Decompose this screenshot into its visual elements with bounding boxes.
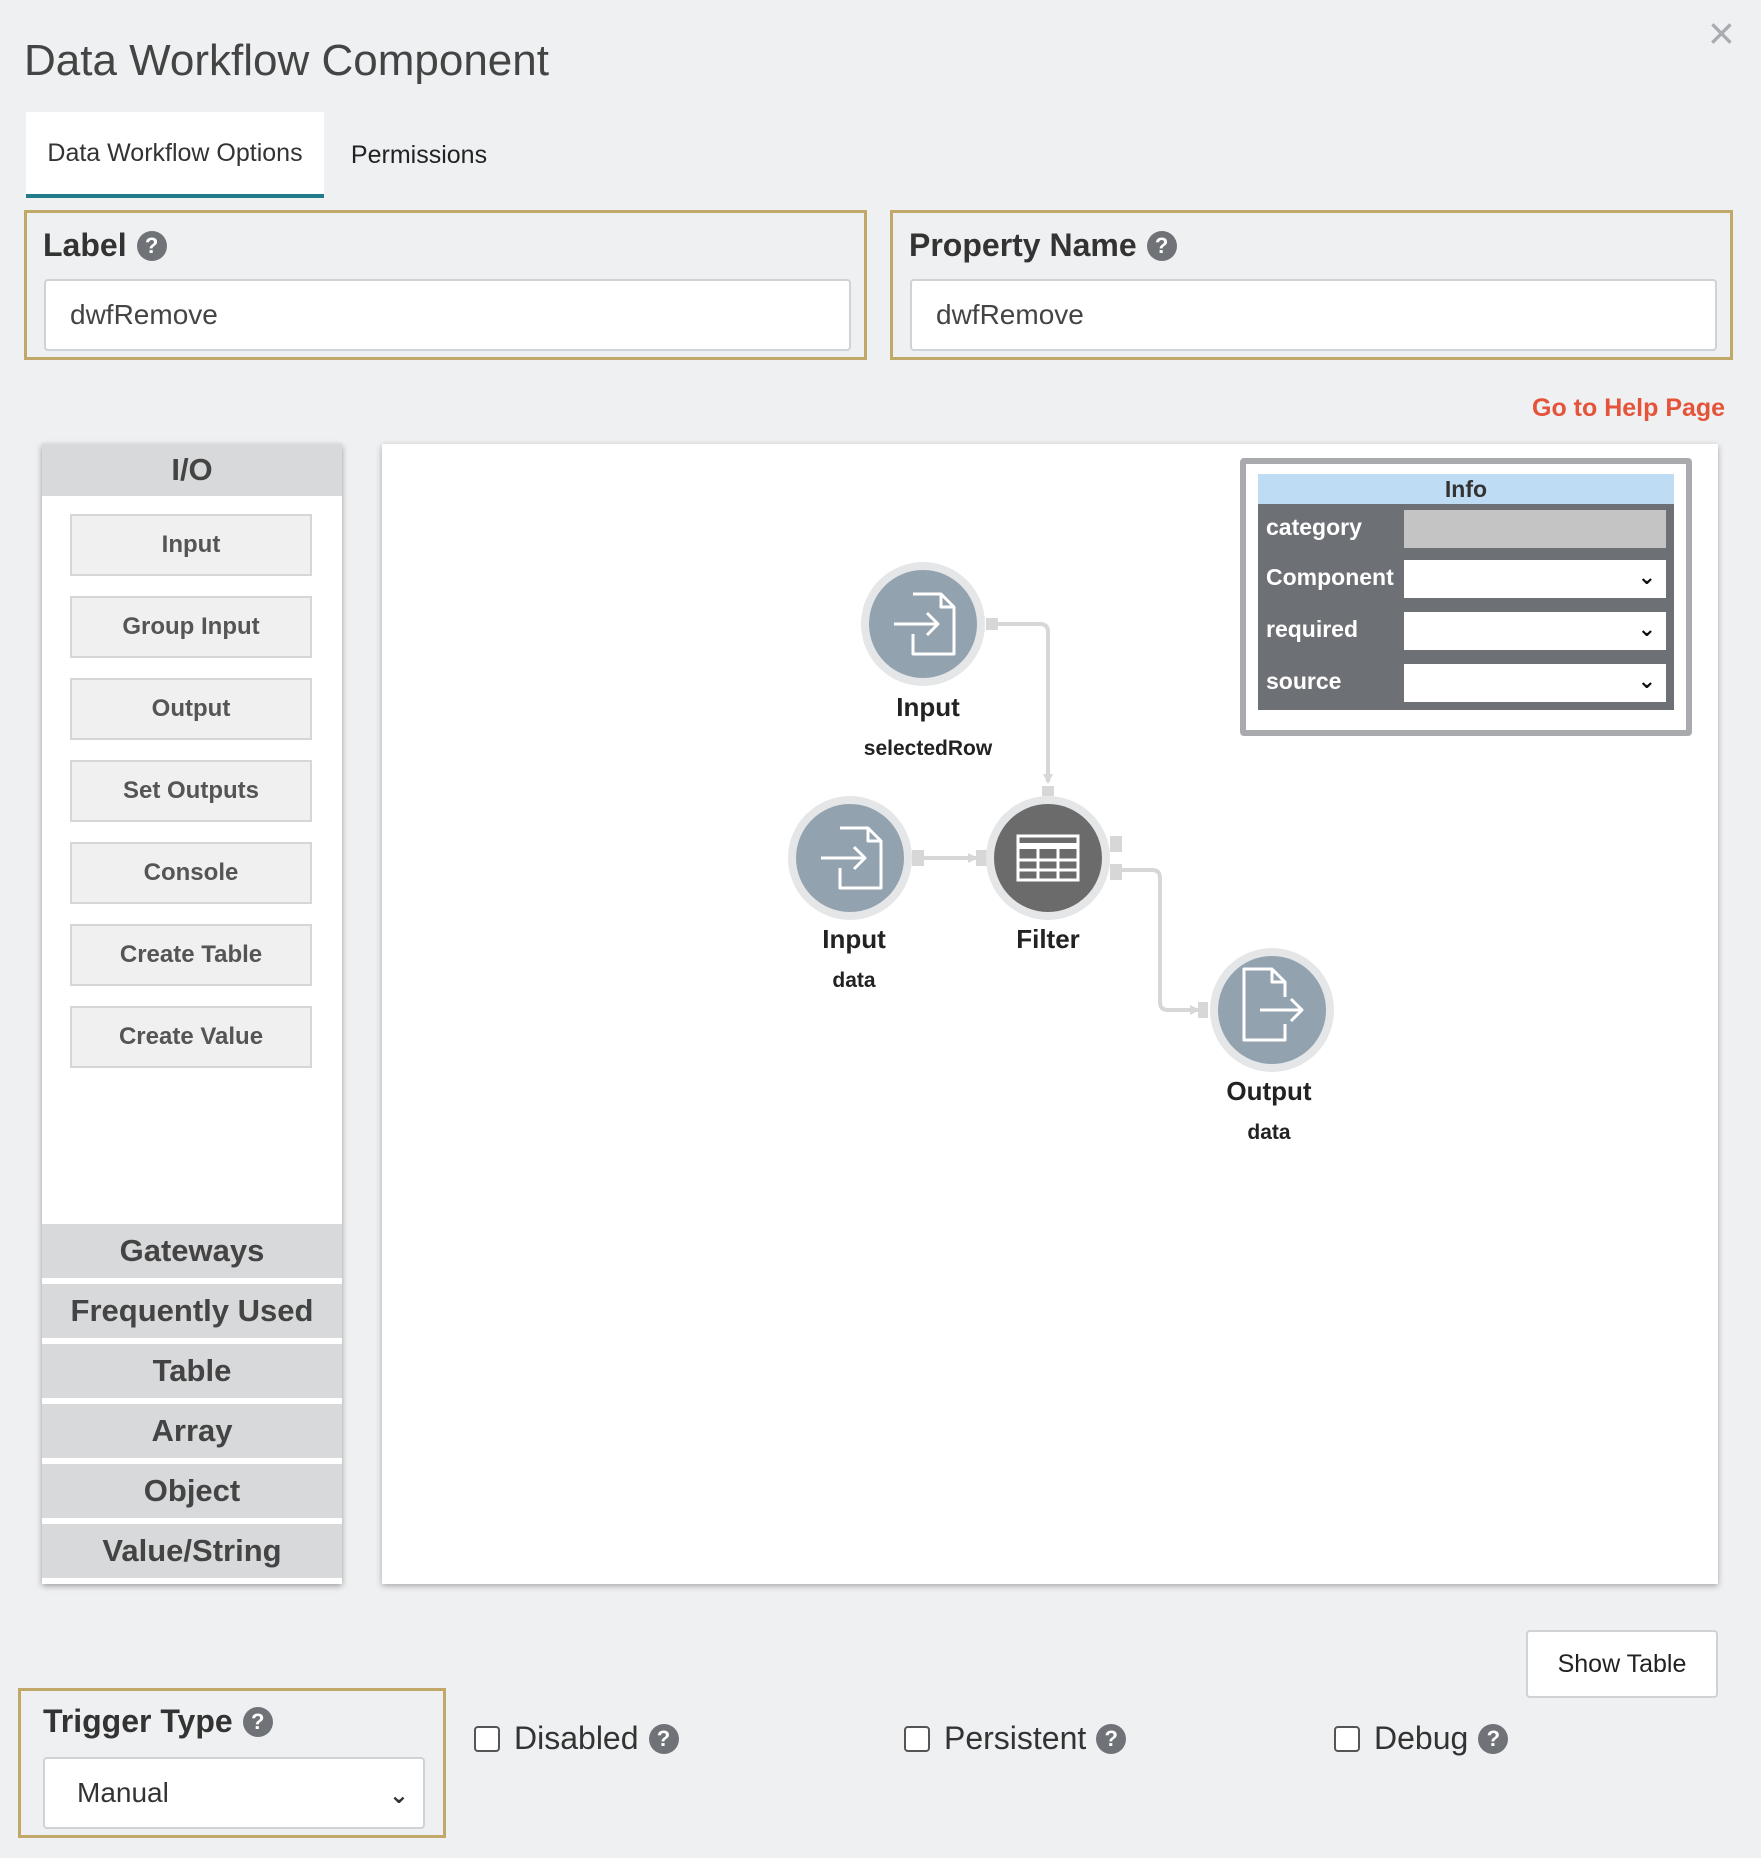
- palette-section-array[interactable]: Array: [42, 1404, 342, 1458]
- palette-item-set-outputs[interactable]: Set Outputs: [70, 760, 312, 822]
- close-icon[interactable]: ×: [1708, 10, 1735, 56]
- info-key: category: [1266, 514, 1362, 540]
- disabled-checkbox-group: Disabled ?: [474, 1720, 679, 1757]
- node-type-label: Input: [896, 692, 960, 722]
- node-name-label: data: [1247, 1121, 1291, 1144]
- info-key: Component: [1266, 564, 1394, 590]
- help-icon[interactable]: ?: [242, 1706, 273, 1737]
- palette-section-gateways[interactable]: Gateways: [42, 1224, 342, 1278]
- node-input-data[interactable]: [788, 796, 912, 920]
- component-select[interactable]: ⌄: [1404, 560, 1666, 598]
- palette-section-table[interactable]: Table: [42, 1344, 342, 1398]
- disabled-checkbox[interactable]: [474, 1725, 500, 1752]
- help-icon[interactable]: ?: [1146, 230, 1177, 261]
- palette-header-io[interactable]: I/O: [42, 444, 342, 496]
- help-icon[interactable]: ?: [1478, 1723, 1509, 1754]
- node-label-input-data: Input data: [822, 924, 886, 993]
- info-panel-body: Info category Component ⌄ required ⌄ sou…: [1258, 474, 1674, 710]
- label-input[interactable]: dwfRemove: [44, 279, 851, 351]
- required-select[interactable]: ⌄: [1404, 612, 1666, 650]
- edge-inputdata-to-filter: [912, 850, 988, 866]
- palette-item-create-value[interactable]: Create Value: [70, 1006, 312, 1068]
- edge-filter-to-output: [1110, 836, 1208, 1018]
- trigger-type-label: Trigger Type: [43, 1703, 233, 1739]
- source-select[interactable]: ⌄: [1404, 664, 1666, 702]
- property-name-field-group: Property Name ? dwfRemove: [890, 210, 1733, 360]
- node-label-input-selectedrow: Input selectedRow: [864, 692, 992, 761]
- palette-item-create-table[interactable]: Create Table: [70, 924, 312, 986]
- chevron-down-icon: ⌄: [388, 1782, 409, 1809]
- info-row-category: category: [1258, 508, 1674, 550]
- chevron-down-icon: ⌄: [1637, 616, 1656, 641]
- info-row-component: Component ⌄: [1258, 558, 1674, 600]
- property-name-input[interactable]: dwfRemove: [910, 279, 1717, 351]
- label-field-title: Label ?: [43, 227, 167, 264]
- show-table-button[interactable]: Show Table: [1526, 1630, 1718, 1698]
- debug-checkbox[interactable]: [1334, 1725, 1360, 1752]
- palette-section-frequently-used[interactable]: Frequently Used: [42, 1284, 342, 1338]
- persistent-label: Persistent: [944, 1720, 1087, 1756]
- node-filter[interactable]: [986, 796, 1110, 920]
- persistent-checkbox-group: Persistent ?: [904, 1720, 1127, 1757]
- node-type-label: Output: [1226, 1076, 1312, 1106]
- chevron-down-icon: ⌄: [1637, 564, 1656, 589]
- node-type-label: Filter: [1016, 924, 1080, 954]
- palette-section-value-string[interactable]: Value/String: [42, 1524, 342, 1578]
- info-panel: Info category Component ⌄ required ⌄ sou…: [1240, 458, 1692, 736]
- trigger-type-group: Trigger Type ? Manual ⌄: [18, 1688, 446, 1838]
- node-palette: I/O Input Group Input Output Set Outputs…: [42, 444, 342, 1584]
- info-panel-title: Info: [1258, 474, 1674, 504]
- palette-item-console[interactable]: Console: [70, 842, 312, 904]
- persistent-checkbox[interactable]: [904, 1725, 930, 1752]
- help-icon[interactable]: ?: [648, 1723, 679, 1754]
- node-name-label: selectedRow: [863, 737, 993, 760]
- help-page-link[interactable]: Go to Help Page: [1532, 394, 1725, 423]
- debug-label: Debug: [1374, 1720, 1469, 1756]
- trigger-type-value: Manual: [77, 1777, 169, 1808]
- palette-section-object[interactable]: Object: [42, 1464, 342, 1518]
- property-name-title: Property Name ?: [909, 227, 1177, 264]
- tab-permissions[interactable]: Permissions: [330, 112, 508, 198]
- node-type-label: Input: [822, 924, 886, 954]
- palette-item-group-input[interactable]: Group Input: [70, 596, 312, 658]
- node-label-filter: Filter: [1016, 924, 1080, 955]
- workflow-canvas[interactable]: Input selectedRow Input data Filter Outp…: [382, 444, 1718, 1584]
- debug-checkbox-group: Debug ?: [1334, 1720, 1509, 1757]
- tab-data-workflow-options[interactable]: Data Workflow Options: [26, 112, 324, 198]
- property-name-label: Property Name: [909, 227, 1137, 263]
- trigger-type-select[interactable]: Manual ⌄: [43, 1757, 425, 1829]
- info-key: required: [1266, 616, 1359, 642]
- edge-selectedrow-to-filter: [986, 618, 1054, 796]
- info-key: source: [1266, 668, 1342, 694]
- palette-item-output[interactable]: Output: [70, 678, 312, 740]
- help-icon[interactable]: ?: [136, 230, 167, 261]
- dialog-title: Data Workflow Component: [24, 36, 549, 85]
- info-row-source: source ⌄: [1258, 662, 1674, 704]
- label-field-group: Label ? dwfRemove: [24, 210, 867, 360]
- info-row-required: required ⌄: [1258, 610, 1674, 652]
- node-name-label: data: [832, 969, 876, 992]
- category-field: [1404, 510, 1666, 548]
- palette-item-input[interactable]: Input: [70, 514, 312, 576]
- chevron-down-icon: ⌄: [1637, 668, 1656, 693]
- node-input-selectedrow[interactable]: [861, 562, 985, 686]
- trigger-type-title: Trigger Type ?: [43, 1703, 273, 1740]
- node-label-output-data: Output data: [1226, 1076, 1311, 1145]
- help-icon[interactable]: ?: [1096, 1723, 1127, 1754]
- node-output-data[interactable]: [1210, 948, 1334, 1072]
- label-field-label: Label: [43, 227, 127, 263]
- disabled-label: Disabled: [514, 1720, 639, 1756]
